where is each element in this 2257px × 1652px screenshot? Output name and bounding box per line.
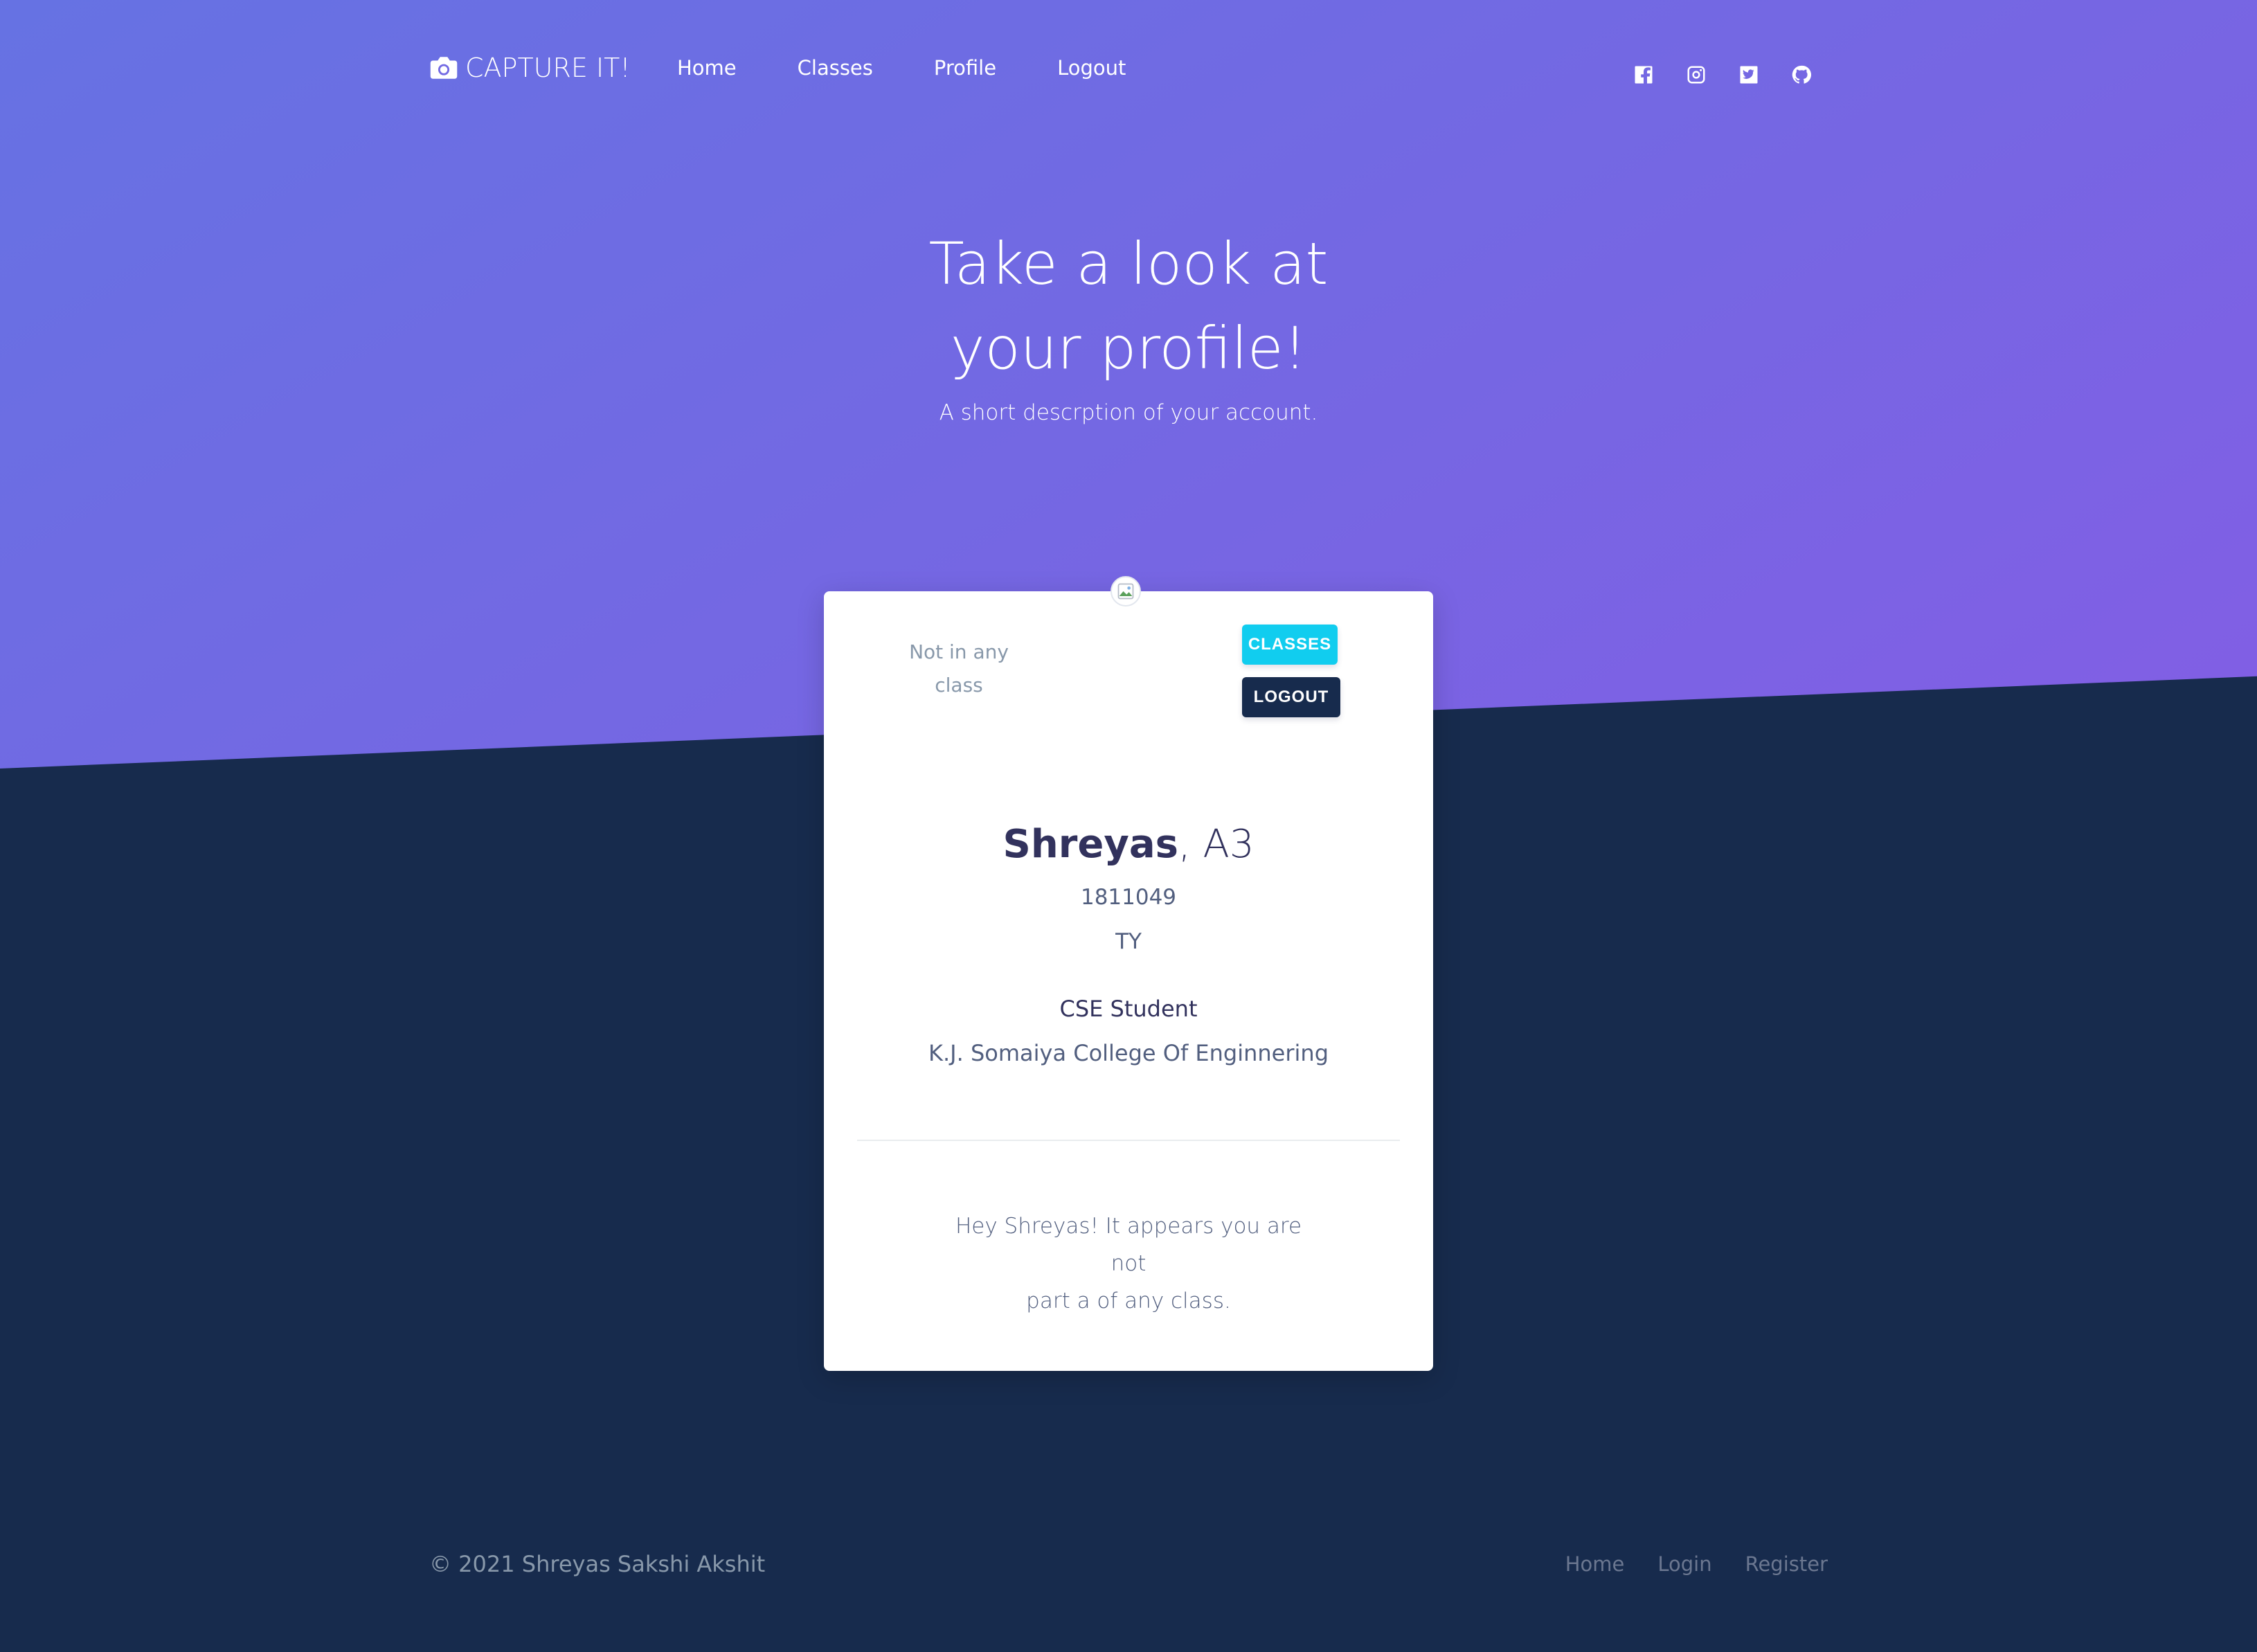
instagram-icon — [1687, 66, 1705, 84]
hero-title-line1: Take a look at — [928, 230, 1329, 298]
twitter-icon — [1740, 66, 1758, 84]
class-status-line1: Not in any — [909, 640, 1009, 663]
camera-icon — [430, 57, 458, 79]
copyright: © 2021 Shreyas Sakshi Akshit — [429, 1551, 766, 1577]
hero-title: Take a look at your profile! — [0, 222, 2257, 390]
student-name: Shreyas, A3 — [824, 817, 1433, 872]
class-message: Hey Shreyas! It appears you are not part… — [935, 1207, 1322, 1320]
footer-login-link[interactable]: Login — [1657, 1552, 1711, 1576]
broken-image-icon — [1117, 583, 1134, 600]
nav-profile[interactable]: Profile — [934, 56, 996, 80]
github-icon — [1792, 65, 1812, 84]
footer-home-link[interactable]: Home — [1565, 1552, 1625, 1576]
class-status-line2: class — [935, 674, 983, 697]
student-division: , A3 — [1178, 822, 1255, 867]
page: CAPTURE IT! Home Classes Profile Logout — [0, 0, 2257, 1652]
github-link[interactable] — [1775, 54, 1828, 96]
study-year: TY — [1115, 929, 1142, 954]
footer-register-link[interactable]: Register — [1745, 1552, 1828, 1576]
class-message-line1: Hey Shreyas! It appears you are not — [955, 1214, 1302, 1276]
hero-subtitle: A short descrption of your account. — [939, 400, 1318, 425]
social-links — [1617, 54, 1828, 96]
footer-links: Home Login Register — [1532, 1552, 1828, 1576]
class-message-line2: part a of any class. — [1026, 1289, 1231, 1313]
nav-links: Home Classes Profile Logout — [677, 47, 1187, 89]
instagram-link[interactable] — [1670, 54, 1723, 96]
facebook-icon — [1635, 66, 1653, 84]
card-divider — [857, 1140, 1400, 1141]
student-role: CSE Student — [1059, 996, 1198, 1022]
class-status: Not in any class — [900, 636, 1018, 702]
logout-button[interactable]: LOGOUT — [1242, 677, 1340, 717]
roll-number: 1811049 — [1080, 885, 1177, 910]
nav-home[interactable]: Home — [677, 56, 737, 80]
profile-card: Not in any class CLASSES LOGOUT Shreyas,… — [824, 576, 1433, 1371]
hero-title-line2: your profile! — [950, 314, 1307, 382]
nav-classes[interactable]: Classes — [798, 56, 873, 80]
brand-name: CAPTURE IT! — [465, 53, 631, 83]
college-name: K.J. Somaiya College Of Enginnering — [928, 1040, 1329, 1066]
navbar: CAPTURE IT! Home Classes Profile Logout — [429, 42, 1828, 105]
student-first-name: Shreyas — [1002, 822, 1178, 867]
avatar — [1110, 576, 1141, 607]
nav-logout[interactable]: Logout — [1057, 56, 1126, 80]
facebook-link[interactable] — [1617, 54, 1670, 96]
twitter-link[interactable] — [1723, 54, 1775, 96]
classes-button[interactable]: CLASSES — [1242, 625, 1338, 665]
brand-link[interactable]: CAPTURE IT! — [429, 47, 631, 89]
